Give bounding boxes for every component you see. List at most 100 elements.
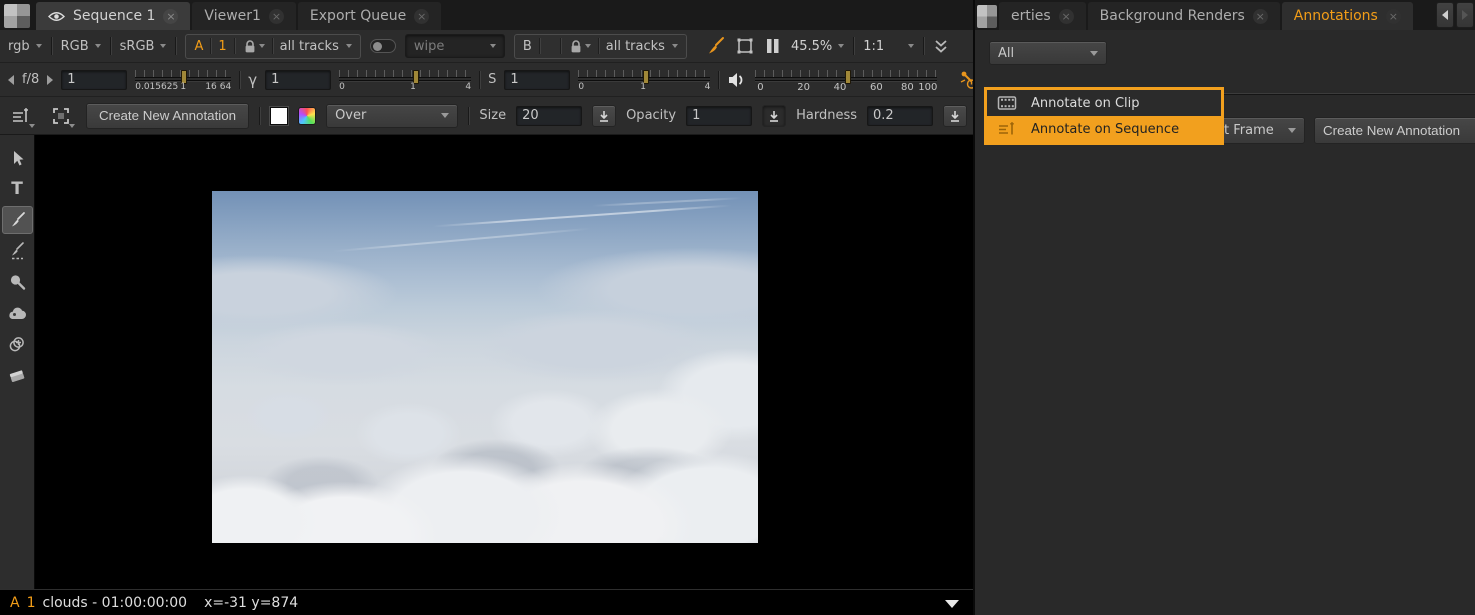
wipe-mode-dropdown[interactable]: wipe [405,34,505,58]
close-icon[interactable]: × [1386,9,1401,24]
zoom-level-dropdown[interactable]: 45.5% [791,39,844,54]
chevron-down-icon [29,124,35,128]
divider [853,37,854,55]
hardness-label: Hardness [796,108,857,123]
tick-label: 16 [205,82,216,92]
input-b-button[interactable]: B [523,39,532,54]
chevron-down-icon [441,113,449,118]
tab-properties[interactable]: erties × [999,2,1086,30]
gain-slider[interactable]: 0.015625 1 16 64 [135,65,231,95]
chevron-down-icon [95,44,101,48]
fstop-increase-button[interactable] [47,75,53,85]
menu-item-annotate-on-sequence[interactable]: Annotate on Sequence [987,116,1221,142]
mute-button[interactable] [727,71,747,89]
zoom-tool[interactable] [2,268,33,296]
opacity-default-button[interactable] [762,105,786,127]
close-icon[interactable]: × [414,9,429,24]
annotation-filter-dropdown[interactable]: All [989,41,1107,65]
volume-slider[interactable]: 0 20 40 60 80 100 [755,65,937,95]
lock-dropdown[interactable] [568,38,591,55]
annotate-brush-button[interactable] [704,35,726,57]
select-tool[interactable] [2,144,33,172]
chevron-down-icon [585,44,591,48]
create-new-annotation-button[interactable]: Create New Annotation [1314,117,1475,144]
size-default-button[interactable] [592,105,616,127]
divider [234,38,235,54]
colorspace-value: sRGB [120,39,155,54]
menu-item-annotate-on-clip[interactable]: Annotate on Clip [987,90,1221,116]
channel-dropdown[interactable]: rgb [8,39,42,54]
close-icon[interactable]: × [163,9,178,24]
tab-sequence-1[interactable]: Sequence 1 × [36,2,190,30]
gain-input[interactable] [61,70,127,90]
tracks-a-dropdown[interactable]: all tracks [280,39,339,54]
cloud-shape-tool[interactable] [2,299,33,327]
version-a[interactable]: 1 [218,39,226,54]
scroll-tabs-left-button[interactable] [1436,2,1454,28]
clone-tool[interactable] [2,330,33,358]
double-chevron-down-icon [933,38,949,55]
close-icon[interactable]: × [1253,9,1268,24]
arrow-right-icon [1462,10,1468,20]
sequence-icon [997,120,1017,138]
annotate-target-menu: Annotate on Clip Annotate on Sequence [984,87,1224,145]
brush-color-swatch[interactable] [270,107,288,125]
create-annotation-button[interactable]: Create New Annotation [86,103,249,129]
opacity-input[interactable] [686,106,752,126]
close-icon[interactable]: × [1059,9,1074,24]
input-a-button[interactable]: A [194,39,203,54]
brush-tool[interactable] [2,206,33,234]
pause-button[interactable] [764,37,782,55]
hardness-default-button[interactable] [943,105,967,127]
annotation-toolstrip: T [0,135,35,589]
divider [718,71,719,89]
divider [923,37,924,55]
chevron-down-icon [672,44,678,48]
blend-mode-dropdown[interactable]: Over [326,104,458,128]
tracks-b-dropdown[interactable]: all tracks [606,39,665,54]
viewer-canvas[interactable]: T [0,135,973,589]
capture-frame-dropdown[interactable] [46,103,76,129]
close-icon[interactable]: × [269,9,284,24]
gamma-input[interactable] [265,70,331,90]
display-dropdown[interactable]: RGB [61,39,101,54]
slider-ticks [339,70,471,77]
gate-overlay-button[interactable] [735,36,755,56]
collapse-toolbar-button[interactable] [933,38,949,55]
fstop-decrease-button[interactable] [8,75,14,85]
frame-range-dropdown[interactable]: t Frame [1215,117,1305,144]
annotation-list-dropdown[interactable] [6,103,36,129]
divider [110,37,111,55]
tab-background-renders[interactable]: Background Renders × [1088,2,1280,30]
chevron-down-icon [36,44,42,48]
hardness-input[interactable] [867,106,933,126]
saturation-input[interactable] [504,70,570,90]
size-input[interactable] [516,106,582,126]
panel-layout-icon [4,4,30,28]
viewer-toolbar: rgb RGB sRGB A 1 [0,30,973,62]
lock-dropdown[interactable] [242,38,265,55]
pause-icon [764,37,782,55]
cursor-icon [8,149,26,168]
proxy-dropdown[interactable]: 1:1 [863,39,914,54]
tick-label: 80 [901,82,914,93]
tab-viewer1[interactable]: Viewer1 × [192,2,296,30]
status-dropdown-caret[interactable] [945,600,959,608]
lock-icon [568,38,584,55]
divider [468,107,469,125]
tab-annotations[interactable]: Annotations × [1282,2,1413,30]
wipe-toggle[interactable] [370,39,396,53]
status-coordinates: x=-31 y=874 [204,595,298,611]
color-wheel-icon[interactable] [298,107,316,125]
tab-export-queue[interactable]: Export Queue × [298,2,441,30]
scroll-tabs-right-button[interactable] [1456,2,1474,28]
chevron-down-icon [838,44,844,48]
set-default-icon [597,109,611,123]
gamma-slider[interactable]: 0 1 4 [339,65,471,95]
saturation-slider[interactable]: 0 1 4 [578,65,710,95]
input-b-group: B all tracks [514,34,687,59]
colorspace-dropdown[interactable]: sRGB [120,39,167,54]
eraser-tool[interactable] [2,361,33,389]
text-tool[interactable]: T [2,175,33,203]
marker-tool[interactable] [2,237,33,265]
